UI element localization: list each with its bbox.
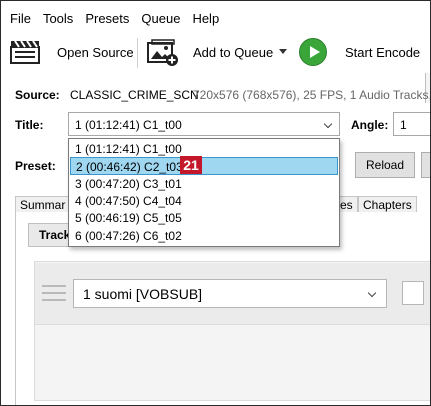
angle-combobox-value: 1 <box>400 118 407 132</box>
add-to-queue-icon[interactable] <box>147 39 179 67</box>
reload-button[interactable]: Reload <box>355 152 415 178</box>
source-row: Source: CLASSIC_CRIME_SCN 720x576 (768x5… <box>1 88 430 104</box>
subtitle-forced-checkbox[interactable] <box>402 281 424 305</box>
annotation-badge: 21 <box>180 156 202 174</box>
chevron-down-icon <box>367 288 377 298</box>
title-option[interactable]: 4 (00:47:50) C4_t04 <box>70 192 338 210</box>
title-option-selected[interactable]: 2 (00:46:42) C2_t03 <box>70 157 338 175</box>
menu-queue[interactable]: Queue <box>139 11 186 26</box>
menu-bar: File Tools Presets Queue Help <box>1 1 430 35</box>
subtitle-track-combobox[interactable]: 1 suomi [VOBSUB] <box>73 279 387 308</box>
toolbar: Open Source Add to Queue Start Encode <box>1 35 430 103</box>
angle-label: Angle: <box>351 118 389 132</box>
toolbar-separator <box>137 38 138 68</box>
open-source-button[interactable]: Open Source <box>57 45 134 60</box>
menu-file[interactable]: File <box>8 11 37 26</box>
angle-combobox[interactable]: 1 <box>393 112 430 136</box>
tab-chapters[interactable]: Chapters <box>358 196 417 213</box>
chevron-down-icon <box>323 119 333 129</box>
menu-tools[interactable]: Tools <box>41 11 79 26</box>
title-combobox[interactable]: 1 (01:12:41) C1_t00 <box>68 112 340 136</box>
preset-label: Preset: <box>15 159 56 173</box>
title-combobox-value: 1 (01:12:41) C1_t00 <box>75 118 182 132</box>
title-option[interactable]: 1 (01:12:41) C1_t00 <box>70 140 338 158</box>
preset-extra-button[interactable] <box>421 152 430 178</box>
title-option[interactable]: 6 (00:47:26) C6_t02 <box>70 227 338 245</box>
tab-summary[interactable]: Summar <box>15 196 70 213</box>
start-encode-button[interactable]: Start Encode <box>345 45 420 60</box>
menu-presets[interactable]: Presets <box>83 11 135 26</box>
title-option[interactable]: 5 (00:46:19) C5_t05 <box>70 209 338 227</box>
source-label: Source: <box>15 88 60 102</box>
source-name: CLASSIC_CRIME_SCN <box>70 88 199 102</box>
title-label: Title: <box>15 118 44 132</box>
add-to-queue-button[interactable]: Add to Queue <box>193 45 273 60</box>
tab-subtitles[interactable]: es <box>337 196 358 213</box>
menu-help[interactable]: Help <box>190 11 225 26</box>
source-info: 720x576 (768x576), 25 FPS, 1 Audio Track… <box>193 88 431 102</box>
add-to-queue-dropdown-icon[interactable] <box>279 49 287 54</box>
clapperboard-icon[interactable] <box>10 40 40 64</box>
tracks-button[interactable]: Track <box>28 223 73 247</box>
start-encode-play-icon[interactable] <box>299 38 327 66</box>
drag-handle-icon[interactable] <box>42 285 66 301</box>
title-option[interactable]: 3 (00:47:20) C3_t01 <box>70 175 338 193</box>
title-dropdown-list: 1 (01:12:41) C1_t00 2 (00:46:42) C2_t03 … <box>68 138 340 247</box>
subtitle-track-value: 1 suomi [VOBSUB] <box>83 286 203 302</box>
handbrake-window: File Tools Presets Queue Help Open Sourc… <box>0 0 431 406</box>
